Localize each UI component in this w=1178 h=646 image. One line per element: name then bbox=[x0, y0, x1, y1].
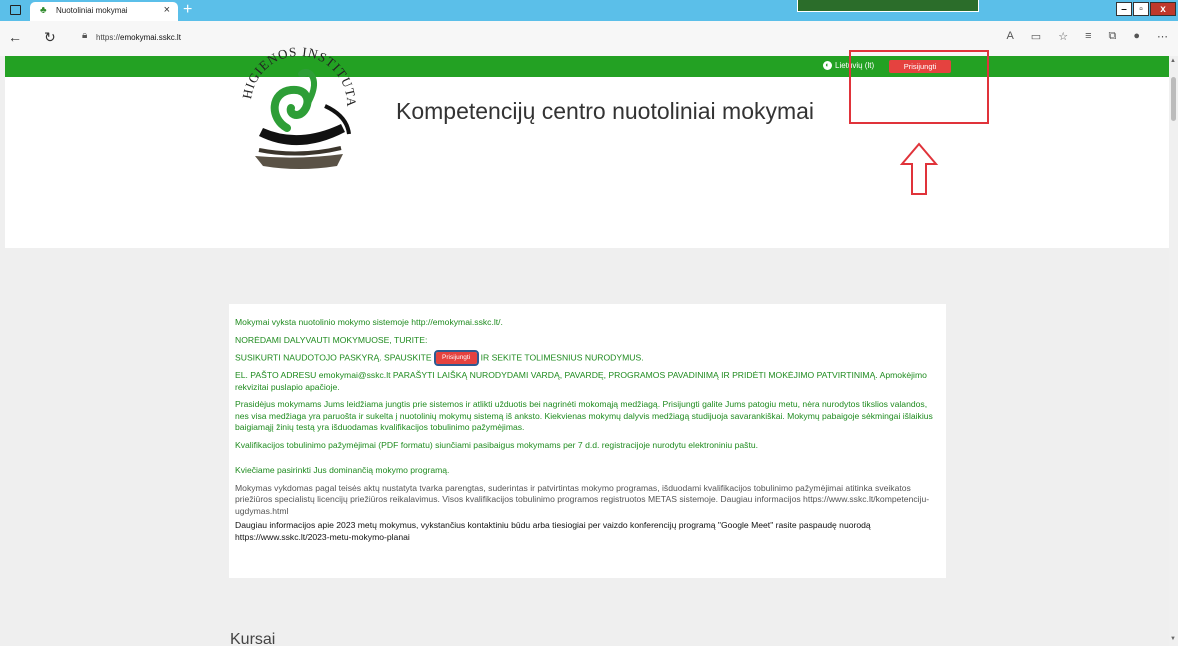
top-nav-bar: ◐ Lietuvių (lt) Prisijungti bbox=[5, 56, 1169, 77]
tab-actions-icon[interactable] bbox=[10, 5, 21, 15]
window-controls: – ▫ x bbox=[1116, 2, 1176, 16]
info-step-email: EL. PAŠTO ADRESU emokymai@sskc.lt PARAŠY… bbox=[235, 370, 927, 392]
favorite-icon[interactable]: ☆ bbox=[1058, 30, 1068, 43]
profile-icon[interactable]: ● bbox=[1133, 30, 1140, 43]
back-icon[interactable]: ← bbox=[8, 29, 22, 45]
info-programs: Mokymas vykdomas pagal teisės aktų nusta… bbox=[235, 482, 930, 516]
courses-heading: Kursai bbox=[230, 631, 276, 646]
info-certificates: Kvalifikacijos tobulinimo pažymėjimai (P… bbox=[235, 439, 759, 450]
browser-tab[interactable]: ♣ Nuotoliniai mokymai × bbox=[30, 2, 178, 21]
annotation-highlight-box bbox=[849, 50, 989, 124]
page-title: Kompetencijų centro nuotoliniai mokymai bbox=[396, 98, 815, 124]
overlay-strip bbox=[797, 0, 979, 12]
institute-logo: HIGIENOS INSTITUTAS bbox=[229, 32, 359, 169]
info-process: Prasidėjus mokymams Jums leidžiama jungt… bbox=[235, 399, 933, 432]
refresh-icon[interactable]: ↻ bbox=[44, 29, 56, 46]
info-panel: Mokymai vyksta nuotolinio mokymo sistemo… bbox=[229, 304, 946, 578]
globe-icon: ◐ bbox=[823, 61, 832, 71]
step-register-text-after: IR SEKITE TOLIMESNIUS NURODYMUS. bbox=[480, 352, 644, 363]
step-register-text-before: SUSIKURTI NAUDOTOJO PASKYRĄ. SPAUSKITE bbox=[235, 352, 432, 363]
scrollbar-thumb[interactable] bbox=[1171, 77, 1176, 121]
page-scrollbar[interactable] bbox=[1169, 56, 1178, 646]
tab-title: Nuotoliniai mokymai bbox=[56, 6, 128, 15]
info-invite: Kviečiame pasirinkti Jus dominančią moky… bbox=[235, 465, 450, 475]
url-prefix: https:// bbox=[96, 33, 121, 42]
scroll-down-icon[interactable]: ▼ bbox=[1170, 636, 1176, 642]
read-aloud-icon[interactable]: A bbox=[1006, 30, 1013, 43]
immersive-reader-icon[interactable]: ▭ bbox=[1031, 30, 1041, 43]
minimize-button[interactable]: – bbox=[1116, 2, 1132, 16]
close-window-button[interactable]: x bbox=[1150, 2, 1176, 16]
browser-tab-bar: ♣ Nuotoliniai mokymai × + – ▫ x bbox=[0, 0, 1178, 21]
maximize-button[interactable]: ▫ bbox=[1133, 2, 1149, 16]
url-field[interactable]: https://emokymai.sskc.lt bbox=[96, 33, 181, 42]
more-icon[interactable]: ⋯ bbox=[1157, 30, 1168, 43]
new-tab-button[interactable]: + bbox=[183, 1, 192, 19]
info-intro: Mokymai vyksta nuotolinio mokymo sistemo… bbox=[235, 317, 503, 327]
inline-login-button[interactable]: Prisijungti bbox=[433, 350, 479, 366]
info-more: Daugiau informacijos apie 2023 metų moky… bbox=[235, 520, 871, 542]
annotation-arrow-icon bbox=[899, 142, 939, 195]
address-bar: ← ↻ 🔒︎ https://emokymai.sskc.lt A ▭ ☆ ≡ … bbox=[0, 21, 1178, 56]
browser-toolbar-icons: A ▭ ☆ ≡ ⧉ ● ⋯ bbox=[1006, 30, 1168, 43]
lock-icon[interactable]: 🔒︎ bbox=[82, 30, 87, 41]
favorites-list-icon[interactable]: ≡ bbox=[1085, 30, 1091, 43]
site-favicon-icon: ♣ bbox=[40, 5, 47, 16]
collections-icon[interactable]: ⧉ bbox=[1108, 30, 1116, 43]
scroll-up-icon[interactable]: ▲ bbox=[1170, 58, 1176, 64]
url-host: emokymai.sskc.lt bbox=[120, 33, 181, 42]
info-requirements-heading: NORĖDAMI DALYVAUTI MOKYMUOSE, TURITE: bbox=[235, 334, 428, 345]
svg-text:HIGIENOS INSTITUTAS: HIGIENOS INSTITUTAS bbox=[229, 32, 359, 108]
tab-close-button[interactable]: × bbox=[164, 4, 170, 16]
info-step-register: SUSIKURTI NAUDOTOJO PASKYRĄ. SPAUSKITE Pr… bbox=[235, 350, 940, 366]
